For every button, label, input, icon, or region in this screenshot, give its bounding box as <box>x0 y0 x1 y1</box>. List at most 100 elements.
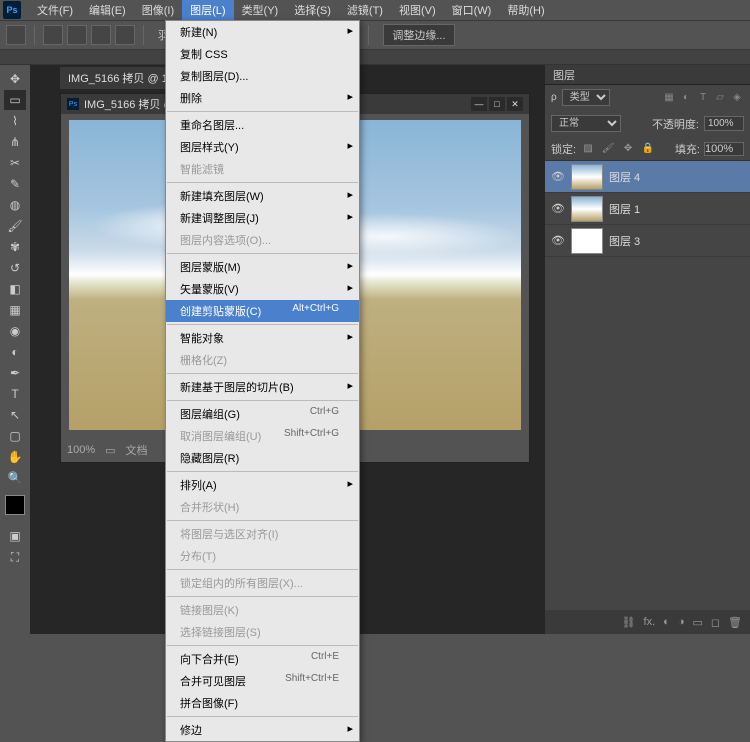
menu-item[interactable]: 复制图层(D)... <box>166 65 359 87</box>
sel-mode-int-icon[interactable] <box>115 25 135 45</box>
filter-shape-icon[interactable]: ▱ <box>713 91 727 105</box>
menu-item[interactable]: 新建(N) <box>166 21 359 43</box>
gradient-tool[interactable]: ▦ <box>4 300 26 320</box>
layer-thumb[interactable] <box>571 228 603 254</box>
menu-4[interactable]: 类型(Y) <box>234 0 287 20</box>
menu-item[interactable]: 新建基于图层的切片(B) <box>166 376 359 398</box>
layer-row[interactable]: 👁图层 3 <box>545 225 750 257</box>
link-icon[interactable]: ⛓ <box>622 616 636 629</box>
lock-pixel-icon[interactable]: 🖌 <box>600 141 616 157</box>
tool-preset-icon[interactable] <box>6 25 26 45</box>
menu-3[interactable]: 图层(L) <box>182 0 233 20</box>
doc-ps-icon: Ps <box>67 98 79 110</box>
dodge-tool[interactable]: ◐ <box>4 342 26 362</box>
menu-2[interactable]: 图像(I) <box>134 0 182 20</box>
mask-icon[interactable]: ◐ <box>663 616 670 628</box>
fx-icon[interactable]: fx. <box>644 616 656 628</box>
menu-item[interactable]: 创建剪贴蒙版(C)Alt+Ctrl+G <box>166 300 359 322</box>
shape-tool[interactable]: ▢ <box>4 426 26 446</box>
new-layer-icon[interactable]: ◻ <box>711 616 720 629</box>
lock-all-icon[interactable]: 🔒 <box>640 141 656 157</box>
eraser-tool[interactable]: ◧ <box>4 279 26 299</box>
menu-item[interactable]: 重命名图层... <box>166 114 359 136</box>
marquee-tool[interactable]: ▭ <box>4 90 26 110</box>
visibility-icon[interactable]: 👁 <box>551 234 565 248</box>
zoom-level[interactable]: 100% <box>67 444 95 456</box>
pen-tool[interactable]: ✒ <box>4 363 26 383</box>
color-swatch[interactable] <box>5 495 25 515</box>
close-button[interactable]: ✕ <box>507 97 523 111</box>
hand-tool[interactable]: ✋ <box>4 447 26 467</box>
blend-mode-select[interactable]: 正常 <box>551 115 621 132</box>
type-tool[interactable]: T <box>4 384 26 404</box>
menu-item[interactable]: 复制 CSS <box>166 43 359 65</box>
layer-name: 图层 4 <box>609 169 640 185</box>
menu-item[interactable]: 向下合并(E)Ctrl+E <box>166 648 359 670</box>
menu-item[interactable]: 删除 <box>166 87 359 109</box>
menu-item[interactable]: 拼合图像(F) <box>166 692 359 714</box>
screenmode-tool[interactable]: ⛶ <box>4 547 26 567</box>
menu-item[interactable]: 智能对象 <box>166 327 359 349</box>
fill-input[interactable] <box>704 142 744 156</box>
visibility-icon[interactable]: 👁 <box>551 202 565 216</box>
layer-thumb[interactable] <box>571 164 603 190</box>
menu-7[interactable]: 视图(V) <box>391 0 444 20</box>
heal-tool[interactable]: ◍ <box>4 195 26 215</box>
filter-type-select[interactable]: 类型 <box>562 89 610 106</box>
sel-mode-new-icon[interactable] <box>43 25 63 45</box>
menu-item[interactable]: 图层蒙版(M) <box>166 256 359 278</box>
quickmask-tool[interactable]: ▣ <box>4 526 26 546</box>
menu-item[interactable]: 图层样式(Y) <box>166 136 359 158</box>
refine-edge-button[interactable]: 调整边缘... <box>383 24 454 46</box>
toolbox: ✥ ▭ ⌇ ⋔ ✂ ✎ ◍ 🖌 ✾ ↺ ◧ ▦ ◉ ◐ ✒ T ↖ ▢ ✋ 🔍 … <box>0 65 30 634</box>
menu-item[interactable]: 矢量蒙版(V) <box>166 278 359 300</box>
menu-item[interactable]: 新建填充图层(W) <box>166 185 359 207</box>
stamp-tool[interactable]: ✾ <box>4 237 26 257</box>
lock-trans-icon[interactable]: ▨ <box>580 141 596 157</box>
eyedropper-tool[interactable]: ✎ <box>4 174 26 194</box>
menu-item[interactable]: 隐藏图层(R) <box>166 447 359 469</box>
minimize-button[interactable]: — <box>471 97 487 111</box>
brush-tool[interactable]: 🖌 <box>4 216 26 236</box>
menu-1[interactable]: 编辑(E) <box>81 0 134 20</box>
menu-9[interactable]: 帮助(H) <box>499 0 552 20</box>
filter-adjust-icon[interactable]: ◐ <box>679 91 693 105</box>
sel-mode-add-icon[interactable] <box>67 25 87 45</box>
lock-pos-icon[interactable]: ✥ <box>620 141 636 157</box>
menu-item[interactable]: 新建调整图层(J) <box>166 207 359 229</box>
filter-pixel-icon[interactable]: ▦ <box>662 91 676 105</box>
filter-type-icon[interactable]: T <box>696 91 710 105</box>
maximize-button[interactable]: □ <box>489 97 505 111</box>
crop-tool[interactable]: ✂ <box>4 153 26 173</box>
zoom-tool[interactable]: 🔍 <box>4 468 26 488</box>
collapsed-panel-strip[interactable] <box>0 50 750 65</box>
path-tool[interactable]: ↖ <box>4 405 26 425</box>
wand-tool[interactable]: ⋔ <box>4 132 26 152</box>
sel-mode-sub-icon[interactable] <box>91 25 111 45</box>
menu-item: 取消图层编组(U)Shift+Ctrl+G <box>166 425 359 447</box>
menu-item[interactable]: 合并可见图层Shift+Ctrl+E <box>166 670 359 692</box>
group-icon[interactable]: ▭ <box>692 616 702 629</box>
layer-thumb[interactable] <box>571 196 603 222</box>
menu-item[interactable]: 图层编组(G)Ctrl+G <box>166 403 359 425</box>
panel-title[interactable]: 图层 <box>553 67 575 83</box>
opacity-input[interactable] <box>704 116 744 131</box>
layer-row[interactable]: 👁 图层 4 <box>545 161 750 193</box>
filter-smart-icon[interactable]: ◈ <box>730 91 744 105</box>
adjust-icon[interactable]: ◑ <box>678 616 685 628</box>
menu-item[interactable]: 修边 <box>166 719 359 741</box>
menu-6[interactable]: 滤镜(T) <box>339 0 391 20</box>
move-tool[interactable]: ✥ <box>4 69 26 89</box>
doc-info-icon[interactable]: ▭ <box>105 444 115 457</box>
menu-0[interactable]: 文件(F) <box>29 0 81 20</box>
blur-tool[interactable]: ◉ <box>4 321 26 341</box>
menu-8[interactable]: 窗口(W) <box>444 0 500 20</box>
lasso-tool[interactable]: ⌇ <box>4 111 26 131</box>
layers-panel: 图层 ρ 类型 ▦ ◐ T ▱ ◈ 正常 不透明度: 锁定: ▨ 🖌 ✥ 🔒 填… <box>545 65 750 634</box>
layer-row[interactable]: 👁图层 1 <box>545 193 750 225</box>
menu-5[interactable]: 选择(S) <box>286 0 339 20</box>
visibility-icon[interactable]: 👁 <box>551 170 565 184</box>
trash-icon[interactable]: 🗑 <box>728 616 742 629</box>
menu-item[interactable]: 排列(A) <box>166 474 359 496</box>
history-brush-tool[interactable]: ↺ <box>4 258 26 278</box>
